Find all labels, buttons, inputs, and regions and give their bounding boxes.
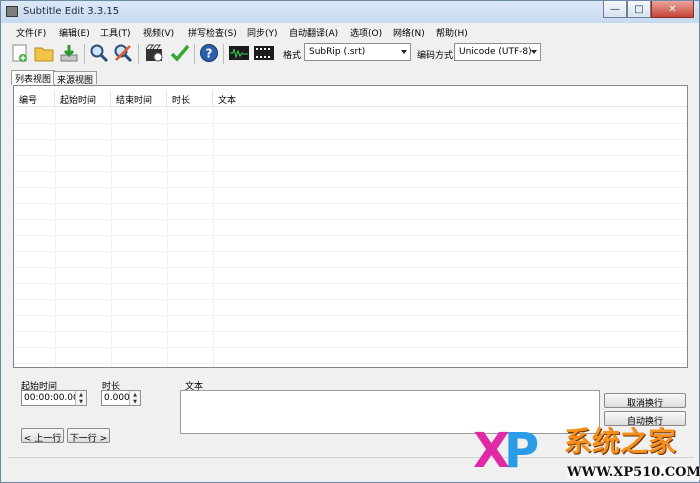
check-icon bbox=[170, 44, 190, 62]
grid-row-line bbox=[14, 299, 687, 300]
maximize-button[interactable]: □ bbox=[627, 1, 651, 18]
spin-down-icon[interactable]: ▼ bbox=[129, 398, 140, 405]
svg-text:?: ? bbox=[206, 47, 213, 61]
grid-row-line bbox=[14, 155, 687, 156]
download-icon bbox=[60, 45, 78, 62]
find-icon bbox=[90, 44, 109, 63]
menu-autotranslate[interactable]: 自动翻译(A) bbox=[289, 26, 338, 39]
open-button[interactable] bbox=[33, 42, 55, 64]
encoding-label: 编码方式 bbox=[417, 51, 454, 61]
grid-row-line bbox=[14, 187, 687, 188]
grid-row-line bbox=[14, 171, 687, 172]
spin-down-icon[interactable]: ▼ bbox=[75, 398, 86, 405]
title-bar[interactable]: Subtitle Edit 3.3.15 — □ ✕ bbox=[1, 1, 699, 23]
grid-row-line bbox=[14, 267, 687, 268]
encoding-select[interactable]: Unicode (UTF-8) bbox=[454, 43, 541, 61]
minimize-icon: — bbox=[610, 3, 620, 15]
waveform-button[interactable] bbox=[228, 42, 250, 64]
close-icon: ✕ bbox=[668, 3, 677, 15]
grid-row-line bbox=[14, 315, 687, 316]
menu-sync[interactable]: 同步(Y) bbox=[247, 26, 278, 39]
column-text[interactable]: 文本 bbox=[213, 90, 687, 106]
menu-video[interactable]: 视频(V) bbox=[143, 26, 174, 39]
spin-up-icon[interactable]: ▲ bbox=[75, 391, 86, 398]
subtitle-list[interactable]: 编号 起始时间 结束时间 时长 文本 bbox=[13, 85, 688, 368]
toolbar: ? 格式 SubRip (.srt) 编码方式 Unicode (UTF-8) bbox=[1, 40, 699, 68]
new-file-icon bbox=[12, 44, 27, 62]
menu-bar: 文件(F) 编辑(E) 工具(T) 视频(V) 拼写检查(S) 同步(Y) 自动… bbox=[1, 23, 699, 40]
waveform-icon bbox=[229, 46, 249, 60]
grid-row-line bbox=[14, 203, 687, 204]
subtitle-text-input[interactable] bbox=[180, 390, 600, 434]
spin-up-icon[interactable]: ▲ bbox=[129, 391, 140, 398]
duration-input[interactable]: 0.000 ▲ ▼ bbox=[101, 390, 141, 406]
new-file-button[interactable] bbox=[9, 42, 31, 64]
video-clip-icon bbox=[145, 44, 163, 62]
grid-row-line bbox=[14, 331, 687, 332]
start-time-input[interactable]: 00:00:00.000 ▲ ▼ bbox=[21, 390, 87, 406]
help-icon: ? bbox=[200, 44, 218, 62]
watermark-text: 系统之家 bbox=[564, 425, 677, 458]
format-value: SubRip (.srt) bbox=[309, 47, 366, 57]
tab-list-view[interactable]: 列表视图 bbox=[11, 70, 56, 85]
grid-row-line bbox=[14, 283, 687, 284]
encoding-value: Unicode (UTF-8) bbox=[459, 47, 532, 57]
grid-row-line bbox=[14, 219, 687, 220]
column-end-time[interactable]: 结束时间 bbox=[111, 90, 167, 106]
list-header: 编号 起始时间 结束时间 时长 文本 bbox=[14, 90, 687, 107]
close-button[interactable]: ✕ bbox=[651, 1, 694, 18]
replace-button[interactable] bbox=[112, 42, 134, 64]
menu-help[interactable]: 帮助(H) bbox=[436, 26, 468, 39]
window-title: Subtitle Edit 3.3.15 bbox=[23, 6, 120, 17]
column-number[interactable]: 编号 bbox=[14, 90, 55, 106]
grid-row-line bbox=[14, 139, 687, 140]
video-button[interactable] bbox=[144, 42, 166, 64]
format-select[interactable]: SubRip (.srt) bbox=[304, 43, 411, 61]
next-line-button[interactable]: 下一行 > bbox=[67, 428, 110, 444]
watermark-logo-text: XP bbox=[473, 423, 539, 479]
find-button[interactable] bbox=[88, 42, 110, 64]
grid-row-line bbox=[14, 251, 687, 252]
minimize-button[interactable]: — bbox=[603, 1, 627, 18]
previous-line-button[interactable]: < 上一行 bbox=[21, 428, 64, 444]
app-icon bbox=[6, 6, 18, 17]
download-button[interactable] bbox=[58, 42, 80, 64]
help-button[interactable]: ? bbox=[198, 42, 220, 64]
column-duration[interactable]: 时长 bbox=[167, 90, 213, 106]
column-start-time[interactable]: 起始时间 bbox=[55, 90, 111, 106]
film-button[interactable] bbox=[253, 42, 275, 64]
film-strip-icon bbox=[254, 46, 274, 60]
chevron-down-icon bbox=[401, 50, 407, 54]
find-replace-icon bbox=[114, 44, 133, 63]
menu-options[interactable]: 选项(O) bbox=[350, 26, 382, 39]
menu-network[interactable]: 网络(N) bbox=[393, 26, 425, 39]
unwrap-button[interactable]: 取消换行 bbox=[604, 393, 686, 409]
menu-file[interactable]: 文件(F) bbox=[16, 26, 46, 39]
grid-row-line bbox=[14, 235, 687, 236]
autowrap-button[interactable]: 自动换行 bbox=[604, 411, 686, 427]
chevron-down-icon bbox=[531, 50, 537, 54]
grid-row-line bbox=[14, 347, 687, 348]
open-folder-icon bbox=[34, 47, 54, 62]
spellcheck-button[interactable] bbox=[169, 42, 191, 64]
watermark-logo: XP bbox=[473, 427, 539, 475]
grid-row-line bbox=[14, 363, 687, 364]
maximize-icon: □ bbox=[634, 3, 644, 15]
main-window: Subtitle Edit 3.3.15 — □ ✕ 文件(F) 编辑(E) 工… bbox=[0, 0, 700, 483]
format-label: 格式 bbox=[283, 51, 302, 61]
grid-row-line bbox=[14, 123, 687, 124]
menu-spellcheck[interactable]: 拼写检查(S) bbox=[188, 26, 237, 39]
tab-source-view[interactable]: 来源视图 bbox=[53, 71, 98, 86]
duration-value: 0.000 bbox=[104, 393, 130, 403]
watermark-url: WWW.XP510.COM bbox=[567, 465, 700, 480]
menu-edit[interactable]: 编辑(E) bbox=[59, 26, 90, 39]
menu-tools[interactable]: 工具(T) bbox=[100, 26, 131, 39]
